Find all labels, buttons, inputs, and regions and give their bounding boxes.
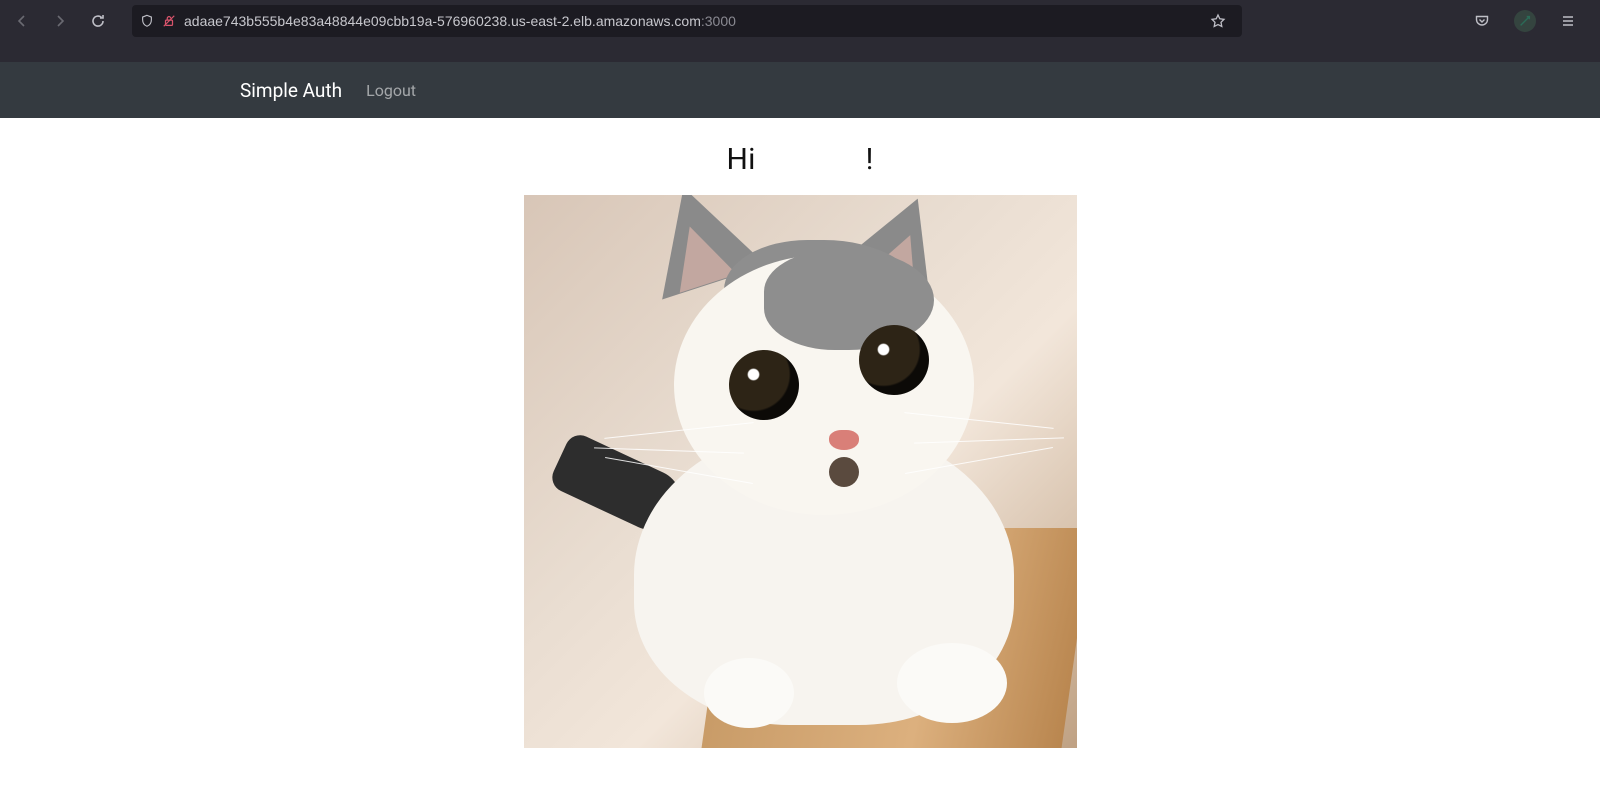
cat-paw-right (897, 643, 1007, 723)
forward-button[interactable] (44, 5, 76, 37)
greeting-heading: Hi! (0, 142, 1600, 177)
bookmark-button[interactable] (1202, 5, 1234, 37)
cat-paw-left (704, 658, 794, 728)
pocket-button[interactable] (1466, 5, 1498, 37)
menu-button[interactable] (1552, 5, 1584, 37)
greeting-prefix: Hi (726, 142, 755, 177)
extension-icon (1518, 14, 1532, 28)
cat-nose (829, 430, 859, 450)
greeting-suffix: ! (866, 142, 874, 177)
toolbar-right (1466, 5, 1594, 37)
back-button[interactable] (6, 5, 38, 37)
browser-chrome: adaae743b555b4e83a48844e09cbb19a-5769602… (0, 0, 1600, 62)
address-bar[interactable]: adaae743b555b4e83a48844e09cbb19a-5769602… (132, 5, 1242, 37)
cat-mouth (829, 457, 859, 487)
arrow-right-icon (52, 13, 68, 29)
cat-eye-left (729, 350, 799, 420)
extension-badge[interactable] (1514, 10, 1536, 32)
hamburger-icon (1560, 13, 1576, 29)
url-text: adaae743b555b4e83a48844e09cbb19a-5769602… (184, 13, 1194, 29)
hero-image (524, 195, 1077, 748)
page-content: Hi! (0, 118, 1600, 748)
arrow-left-icon (14, 13, 30, 29)
brand-link[interactable]: Simple Auth (240, 79, 342, 102)
shield-icon (140, 14, 154, 28)
url-host: adaae743b555b4e83a48844e09cbb19a-5769602… (184, 13, 701, 29)
logout-link[interactable]: Logout (366, 81, 416, 100)
cat-eye-right (859, 325, 929, 395)
reload-button[interactable] (82, 5, 114, 37)
url-port: :3000 (701, 13, 736, 29)
browser-toolbar: adaae743b555b4e83a48844e09cbb19a-5769602… (0, 0, 1600, 42)
pocket-icon (1474, 13, 1490, 29)
insecure-lock-icon (162, 14, 176, 28)
star-icon (1210, 13, 1226, 29)
reload-icon (90, 13, 106, 29)
app-navbar: Simple Auth Logout (0, 62, 1600, 118)
